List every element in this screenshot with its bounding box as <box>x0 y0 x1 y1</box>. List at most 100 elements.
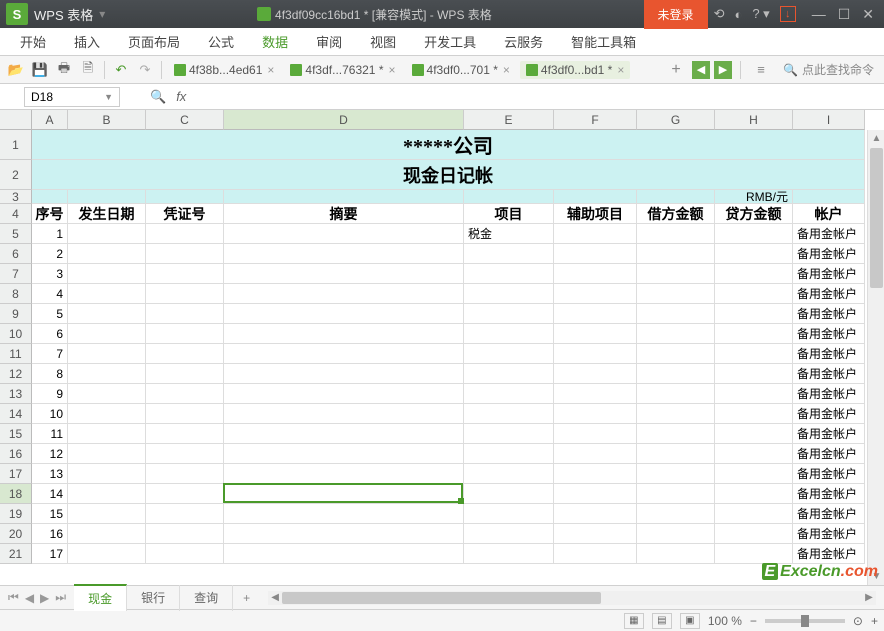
cell[interactable] <box>554 304 637 324</box>
cell[interactable]: 备用金帐户 <box>793 284 865 304</box>
cell[interactable]: 备用金帐户 <box>793 504 865 524</box>
cell[interactable] <box>224 504 464 524</box>
menu-icon[interactable]: ≡ <box>752 61 770 79</box>
cell[interactable] <box>554 464 637 484</box>
cell[interactable] <box>715 244 793 264</box>
row-header-14[interactable]: 14 <box>0 404 32 424</box>
cell[interactable] <box>637 444 715 464</box>
cell[interactable] <box>146 224 224 244</box>
cell[interactable] <box>146 384 224 404</box>
print-preview-icon[interactable]: 🗎 <box>79 61 97 79</box>
cell[interactable] <box>68 524 146 544</box>
row-header-9[interactable]: 9 <box>0 304 32 324</box>
add-tab-icon[interactable]: + <box>667 61 685 79</box>
sheet-tab-现金[interactable]: 现金 <box>74 584 127 611</box>
cell[interactable] <box>464 484 554 504</box>
scroll-up-icon[interactable]: ▲ <box>868 130 884 147</box>
cell[interactable] <box>715 464 793 484</box>
cell[interactable] <box>224 324 464 344</box>
cell[interactable]: 备用金帐户 <box>793 244 865 264</box>
cell[interactable]: 备用金帐户 <box>793 324 865 344</box>
cell[interactable] <box>68 224 146 244</box>
search-command[interactable]: 🔍 点此查找命令 <box>777 61 880 78</box>
vertical-scrollbar[interactable]: ▲ ▼ <box>867 130 884 585</box>
cell[interactable]: 11 <box>32 424 68 444</box>
cell[interactable] <box>224 424 464 444</box>
sheet-tab-银行[interactable]: 银行 <box>127 585 180 611</box>
zoom-level[interactable]: 100 % <box>708 614 742 628</box>
cell[interactable] <box>464 304 554 324</box>
cell[interactable] <box>146 190 224 204</box>
cancel-icon[interactable]: 🔍 <box>150 89 166 105</box>
cell[interactable] <box>224 224 464 244</box>
cell[interactable] <box>715 424 793 444</box>
row-header-7[interactable]: 7 <box>0 264 32 284</box>
cell[interactable]: 13 <box>32 464 68 484</box>
cell[interactable] <box>554 364 637 384</box>
cell[interactable] <box>554 404 637 424</box>
row-header-5[interactable]: 5 <box>0 224 32 244</box>
skin-icon[interactable]: ◐ <box>734 7 742 22</box>
dropdown-icon[interactable]: ▼ <box>104 92 113 102</box>
cell[interactable] <box>637 504 715 524</box>
row-header-19[interactable]: 19 <box>0 504 32 524</box>
sync-icon[interactable]: ⟲ <box>714 6 725 22</box>
cell[interactable] <box>554 224 637 244</box>
cell[interactable]: 15 <box>32 504 68 524</box>
cell[interactable] <box>146 344 224 364</box>
row-header-21[interactable]: 21 <box>0 544 32 564</box>
cell[interactable] <box>68 190 146 204</box>
scroll-down-icon[interactable]: ▼ <box>868 568 884 585</box>
row-header-10[interactable]: 10 <box>0 324 32 344</box>
redo-icon[interactable]: ↷ <box>136 61 154 79</box>
cell[interactable] <box>464 424 554 444</box>
cell[interactable] <box>68 484 146 504</box>
cell[interactable] <box>715 404 793 424</box>
cell[interactable]: 备用金帐户 <box>793 304 865 324</box>
spreadsheet-grid[interactable]: ABCDEFGHI 123456789101112131415161718192… <box>0 110 884 585</box>
cell[interactable] <box>464 404 554 424</box>
cell[interactable] <box>715 304 793 324</box>
save-icon[interactable]: 💾 <box>31 61 49 79</box>
sheet-last-icon[interactable]: ⏭ <box>53 590 68 605</box>
cell[interactable] <box>637 484 715 504</box>
cells-area[interactable]: *****公司现金日记帐RMB/元序号发生日期凭证号摘要项目辅助项目借方金额贷方… <box>32 130 865 564</box>
cell[interactable] <box>464 324 554 344</box>
cell[interactable] <box>715 524 793 544</box>
cell[interactable] <box>146 504 224 524</box>
cell[interactable] <box>554 190 637 204</box>
cell[interactable]: 1 <box>32 224 68 244</box>
cell[interactable] <box>554 324 637 344</box>
cell[interactable] <box>715 264 793 284</box>
cell[interactable]: 10 <box>32 404 68 424</box>
cell[interactable]: 4 <box>32 284 68 304</box>
cell[interactable]: 16 <box>32 524 68 544</box>
cell[interactable]: 备用金帐户 <box>793 544 865 564</box>
row-header-4[interactable]: 4 <box>0 204 32 224</box>
menu-数据[interactable]: 数据 <box>250 27 300 56</box>
cell[interactable] <box>68 444 146 464</box>
cell[interactable] <box>637 424 715 444</box>
cell[interactable]: 14 <box>32 484 68 504</box>
tab-next-icon[interactable]: ▶ <box>714 61 732 79</box>
cell[interactable]: 备用金帐户 <box>793 404 865 424</box>
zoom-out-icon[interactable]: − <box>750 614 757 628</box>
cell[interactable]: 备用金帐户 <box>793 524 865 544</box>
cell[interactable] <box>554 264 637 284</box>
cell[interactable] <box>32 190 68 204</box>
header-凭证号[interactable]: 凭证号 <box>146 204 224 224</box>
cell[interactable] <box>146 264 224 284</box>
cell[interactable] <box>464 344 554 364</box>
tab-prev-icon[interactable]: ◀ <box>692 61 710 79</box>
cell[interactable] <box>68 324 146 344</box>
cell[interactable] <box>68 404 146 424</box>
cell[interactable] <box>224 384 464 404</box>
login-button[interactable]: 未登录 <box>644 0 708 29</box>
cell[interactable] <box>464 384 554 404</box>
cell[interactable] <box>68 544 146 564</box>
cell[interactable] <box>793 190 865 204</box>
maximize-icon[interactable]: ☐ <box>838 6 851 23</box>
cell[interactable] <box>464 544 554 564</box>
cell[interactable] <box>464 444 554 464</box>
horizontal-thumb[interactable] <box>282 592 601 604</box>
